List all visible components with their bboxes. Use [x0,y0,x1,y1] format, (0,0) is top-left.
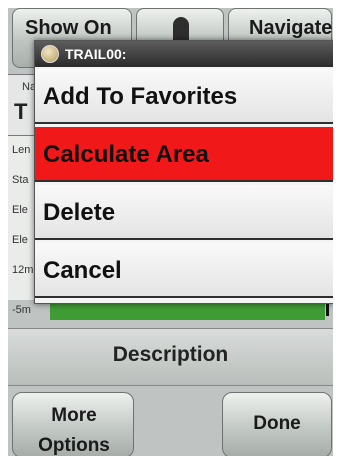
show-on-label: Show On [25,17,112,39]
done-button[interactable]: Done [222,392,332,456]
menu-item-label: Delete [43,199,116,226]
menu-title-bar: TRAIL00: [35,41,333,67]
stat-label-length: Len [12,144,31,156]
description-label: Description [112,343,229,366]
device-screen: Show On Navigate Na T Len Sta Ele Ele 12… [8,8,333,456]
trail-context-menu: TRAIL00: Add To Favorites Calculate Area… [34,40,333,304]
screen: Show On Navigate Na T Len Sta Ele Ele 12… [0,0,343,456]
navigate-label: Navigate [249,17,333,39]
elevation-axis-bottom: -5m [12,304,31,316]
done-label: Done [253,413,301,434]
menu-title: TRAIL00: [65,46,127,62]
menu-item-calculate-area[interactable]: Calculate Area [35,127,333,182]
stat-label-elevation: Ele [12,204,28,216]
elevation-axis-top: 12m [12,264,34,276]
more-options-label: More Options [38,405,110,456]
menu-item-add-to-favorites[interactable]: Add To Favorites [35,69,333,124]
name-field-value: T [14,99,28,124]
menu-item-cancel[interactable]: Cancel [35,243,333,298]
more-options-button[interactable]: More Options [12,392,134,456]
menu-item-label: Cancel [43,257,122,284]
stat-label-start: Sta [12,174,29,186]
menu-item-label: Calculate Area [43,141,209,168]
description-button[interactable]: Description [8,328,333,386]
menu-item-label: Add To Favorites [43,83,238,110]
trail-icon [41,45,59,63]
stat-label-elevation-2: Ele [12,234,28,246]
menu-item-delete[interactable]: Delete [35,185,333,240]
